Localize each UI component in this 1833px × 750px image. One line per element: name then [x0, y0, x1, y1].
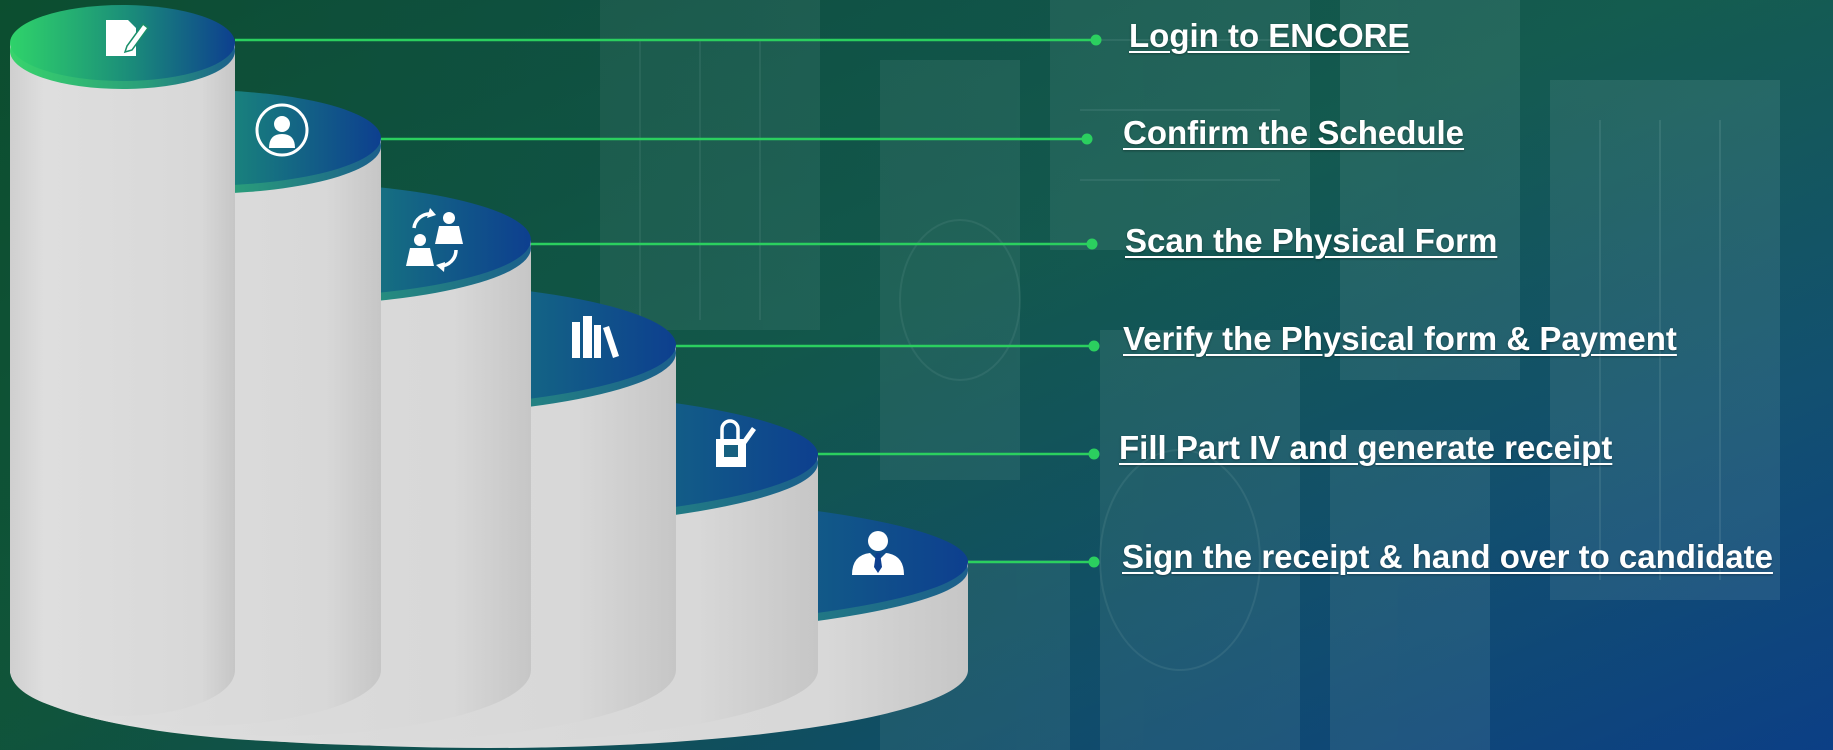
tier-1	[10, 5, 235, 716]
connector-dot-6	[1088, 556, 1100, 568]
step-label-4: Verify the Physical form & Payment	[1123, 320, 1677, 357]
connector-dot-1	[1090, 34, 1102, 46]
step-label-1: Login to ENCORE	[1129, 17, 1410, 54]
tier-side	[10, 43, 235, 716]
step-label-3: Scan the Physical Form	[1125, 222, 1498, 259]
process-infographic: Login to ENCORE Confirm the Schedule Sca…	[0, 0, 1833, 750]
connector-dot-3	[1086, 238, 1098, 250]
connector-dot-2	[1081, 133, 1093, 145]
connector-dot-5	[1088, 448, 1100, 460]
step-label-5: Fill Part IV and generate receipt	[1119, 429, 1613, 466]
cylinder-steps	[10, 5, 1102, 748]
step-label-2: Confirm the Schedule	[1123, 114, 1465, 151]
step-label-6: Sign the receipt & hand over to candidat…	[1122, 538, 1773, 575]
connector-dot-4	[1088, 340, 1100, 352]
